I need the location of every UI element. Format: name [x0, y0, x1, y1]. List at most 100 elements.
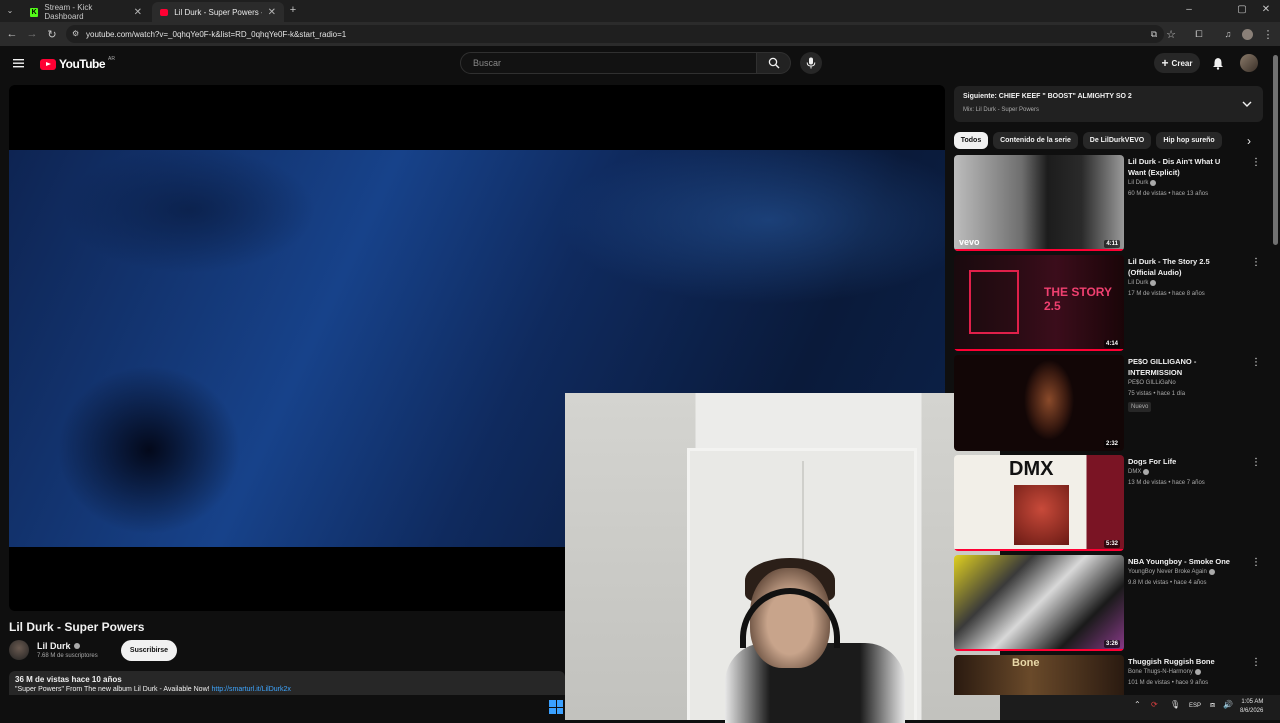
close-tab-icon[interactable]: ✕ [268, 7, 276, 18]
extensions-icon[interactable]: ⧠ [1191, 26, 1207, 42]
video-thumbnail[interactable]: Bone [954, 655, 1124, 695]
more-options-icon[interactable]: ⋮ [1251, 557, 1261, 571]
watched-progress-bar [954, 649, 1124, 651]
page-scrollbar[interactable] [1273, 55, 1278, 245]
bookmark-star-icon[interactable]: ☆ [1163, 26, 1179, 42]
channel-avatar[interactable] [9, 640, 29, 660]
mix-playlist-panel[interactable] [954, 86, 1263, 122]
recommendation-title[interactable]: Dogs For Life [1128, 456, 1238, 467]
create-button[interactable]: + Crear [1154, 53, 1200, 73]
microphone-tray-icon[interactable]: 🎙 [1170, 700, 1180, 709]
recommendation-title[interactable]: NBA Youngboy - Smoke One [1128, 556, 1238, 567]
profile-avatar[interactable] [1242, 29, 1253, 40]
youtube-logo[interactable]: YouTube AR [40, 56, 115, 71]
network-status-icon[interactable]: ⟳ [1151, 700, 1158, 709]
back-icon[interactable]: ← [4, 26, 20, 42]
show-hidden-icons-icon[interactable]: ⌃ [1134, 700, 1141, 709]
channel-text: Lil Durk [1128, 180, 1149, 186]
recommendation-channel[interactable]: PE$O GILLiGaNo [1128, 380, 1176, 386]
recommendation-card[interactable]: vevo 4:11 Lil Durk - Dis Ain't What U Wa… [954, 155, 1269, 251]
recommendation-meta: 13 M de vistas • hace 7 años [1128, 480, 1205, 486]
recommendation-card[interactable]: THE STORY 2.5 4:14 Lil Durk - The Story … [954, 255, 1269, 351]
tab-kick-dashboard[interactable]: K Stream - Kick Dashboard ✕ [22, 2, 150, 22]
new-tab-button[interactable]: + [286, 3, 300, 17]
album-art-text: Bone [1012, 657, 1040, 669]
maximize-window-button[interactable]: ▢ [1233, 4, 1251, 15]
video-thumbnail[interactable]: DMX 5:32 [954, 455, 1124, 551]
country-code: AR [108, 56, 115, 62]
windows-start-icon[interactable] [549, 700, 563, 714]
search-box[interactable] [460, 52, 757, 74]
kick-favicon-icon: K [30, 7, 39, 17]
search-input[interactable] [471, 57, 735, 69]
recommendation-meta: 17 M de vistas • hace 8 años [1128, 291, 1205, 297]
recommendation-meta: 75 vistas • hace 1 día [1128, 391, 1186, 397]
video-thumbnail[interactable]: 3:26 [954, 555, 1124, 651]
channel-name[interactable]: Lil Durk [37, 641, 80, 651]
more-options-icon[interactable]: ⋮ [1251, 257, 1261, 271]
recommendation-channel[interactable]: Bone Thugs-N-Harmony [1128, 669, 1201, 675]
more-options-icon[interactable]: ⋮ [1251, 657, 1261, 671]
album-art-text: DMX [1009, 458, 1054, 480]
recommendation-card[interactable]: 2:32 PE$O GILLIGANO - INTERMISSION PE$O … [954, 355, 1269, 451]
chevron-right-icon[interactable]: › [1242, 134, 1256, 148]
close-window-button[interactable]: ✕ [1257, 4, 1275, 15]
recommendation-title[interactable]: Lil Durk - Dis Ain't What U Want (Explic… [1128, 156, 1238, 178]
description-box[interactable]: 36 M de vistas hace 10 años "Super Power… [9, 671, 565, 695]
volume-icon[interactable]: 🔊 [1223, 700, 1233, 709]
album-art-frame [969, 270, 1019, 334]
video-thumbnail[interactable]: vevo 4:11 [954, 155, 1124, 251]
description-link[interactable]: http://smarturl.it/LilDurk2x [212, 686, 291, 693]
recommendation-title[interactable]: Lil Durk - The Story 2.5 (Official Audio… [1128, 256, 1238, 278]
language-indicator[interactable]: ESP [1189, 703, 1201, 709]
chip-todos[interactable]: Todos [954, 132, 988, 149]
playlist-mix-name: Mix: Lil Durk - Super Powers [963, 107, 1040, 113]
tab-youtube[interactable]: Lil Durk - Super Powers - YouTu ✕ [152, 2, 284, 22]
chip-series-content[interactable]: Contenido de la serie [993, 132, 1078, 149]
recommendation-card[interactable]: Bone Thuggish Ruggish Bone Bone Thugs-N-… [954, 655, 1269, 695]
search-icon [768, 57, 779, 69]
taskbar-clock[interactable]: 1:05 AM 8/6/2026 [1240, 698, 1263, 716]
logo-text: YouTube [59, 57, 106, 71]
recommendation-channel[interactable]: Lil Durk [1128, 180, 1157, 186]
install-app-icon[interactable]: ⧉ [1146, 26, 1162, 42]
views-and-date: 36 M de vistas hace 10 años [15, 675, 122, 684]
recommendation-title[interactable]: Thuggish Ruggish Bone [1128, 656, 1238, 667]
search-button[interactable] [757, 52, 791, 74]
tab-search-button[interactable]: ⌄ [3, 3, 17, 17]
chevron-down-icon[interactable] [1241, 98, 1253, 110]
recommendation-title[interactable]: PE$O GILLIGANO - INTERMISSION [1128, 356, 1238, 378]
minimize-window-button[interactable]: – [1180, 4, 1198, 15]
recommendation-card[interactable]: 3:26 NBA Youngboy - Smoke One YoungBoy N… [954, 555, 1269, 651]
recommendation-channel[interactable]: YoungBoy Never Broke Again [1128, 569, 1215, 575]
recommendation-channel[interactable]: Lil Durk [1128, 280, 1157, 286]
site-info-icon[interactable]: ⚙ [72, 29, 79, 38]
video-thumbnail[interactable]: THE STORY 2.5 4:14 [954, 255, 1124, 351]
forward-icon[interactable]: → [24, 26, 40, 42]
more-options-icon[interactable]: ⋮ [1251, 457, 1261, 471]
duration-badge: 3:26 [1103, 640, 1120, 648]
close-tab-icon[interactable]: ✕ [134, 7, 142, 18]
chip-lildurkvevo[interactable]: De LilDurkVEVO [1083, 132, 1151, 149]
hamburger-menu-icon[interactable] [12, 56, 26, 70]
video-thumbnail[interactable]: 2:32 [954, 355, 1124, 451]
browser-menu-icon[interactable]: ⋮ [1260, 26, 1276, 42]
notifications-bell-icon[interactable] [1210, 55, 1226, 71]
more-options-icon[interactable]: ⋮ [1251, 357, 1261, 371]
more-options-icon[interactable]: ⋮ [1251, 157, 1261, 171]
address-bar[interactable]: ⚙ youtube.com/watch?v=_0qhqYe0F-k&list=R… [66, 25, 1164, 43]
account-avatar[interactable] [1240, 54, 1258, 72]
verified-badge-icon [73, 643, 80, 649]
recommendation-card[interactable]: DMX 5:32 Dogs For Life DMX 13 M de vista… [954, 455, 1269, 551]
subscribe-button[interactable]: Suscribirse [121, 640, 177, 661]
new-badge: Nuevo [1128, 402, 1152, 412]
vevo-watermark: vevo [959, 237, 980, 247]
channel-text: Lil Durk [1128, 280, 1149, 286]
wifi-icon[interactable]: ⧈ [1210, 700, 1215, 710]
clock-time: 1:05 AM [1241, 699, 1264, 705]
reload-icon[interactable]: ↻ [44, 26, 60, 42]
media-controls-icon[interactable]: ♫ [1220, 26, 1236, 42]
chip-southern-hip-hop[interactable]: Hip hop sureño [1156, 132, 1222, 149]
voice-search-button[interactable] [800, 52, 822, 74]
recommendation-channel[interactable]: DMX [1128, 469, 1150, 475]
